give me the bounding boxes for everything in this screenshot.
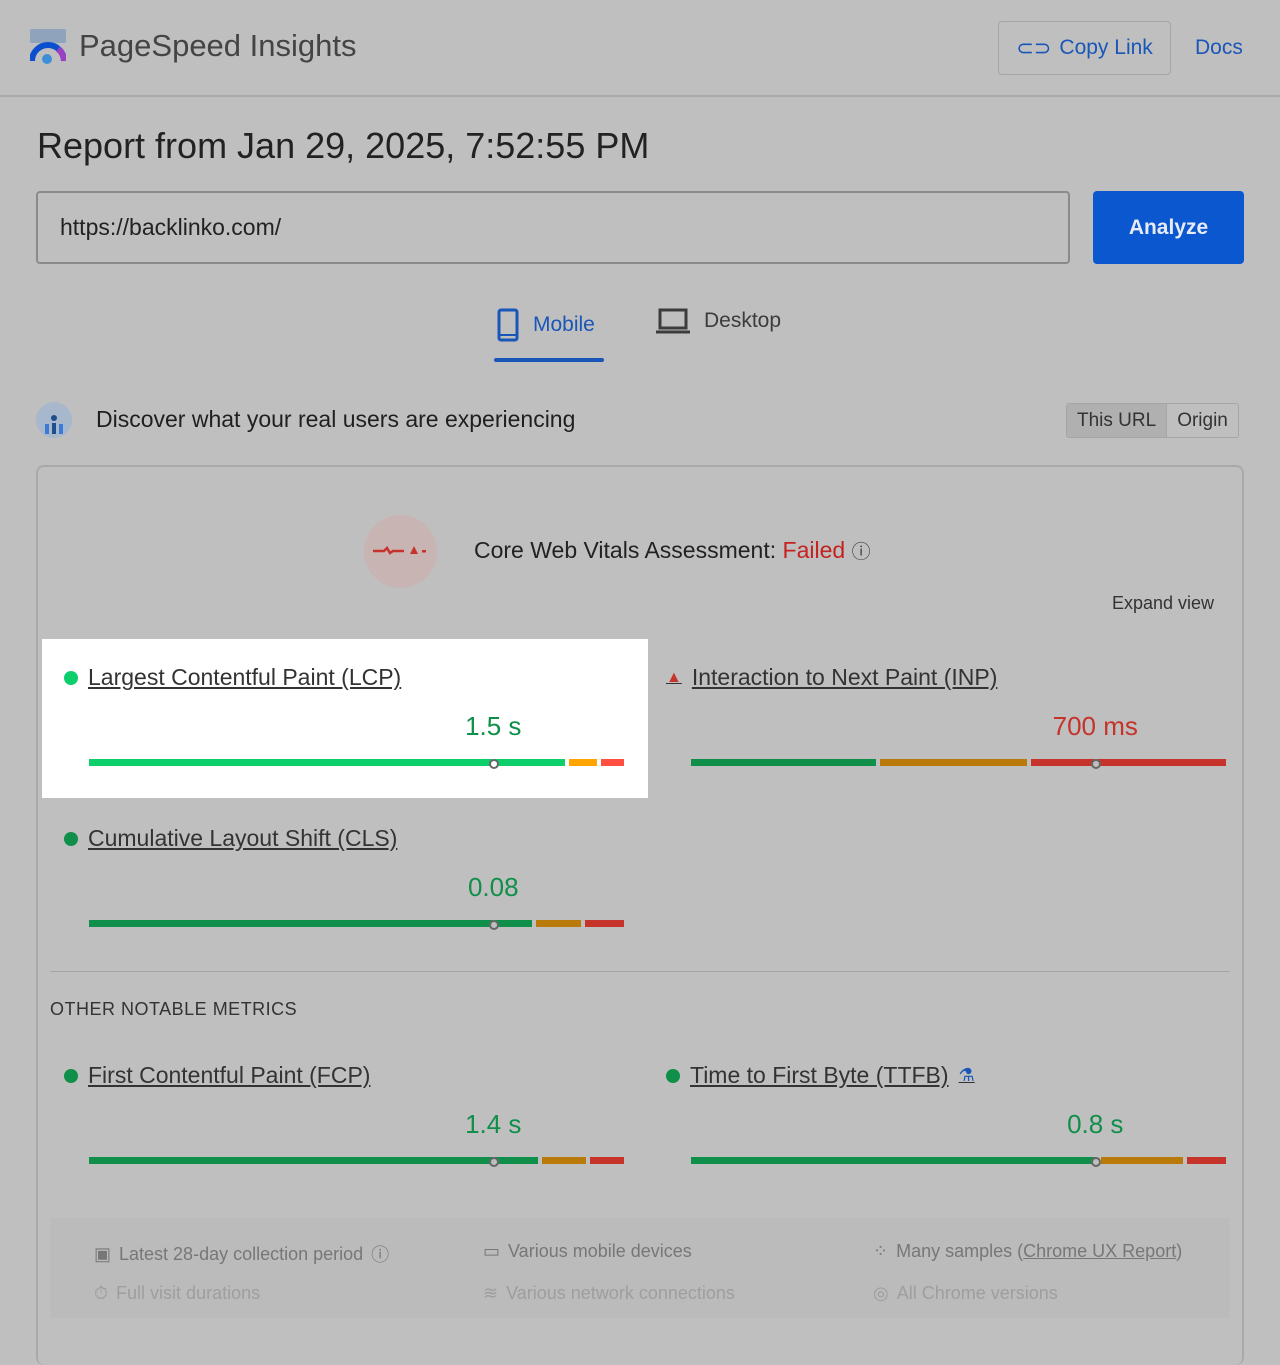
expand-view-button[interactable]: Expand view xyxy=(1112,593,1214,614)
laptop-icon xyxy=(656,308,690,334)
report-title: Report from Jan 29, 2025, 7:52:55 PM xyxy=(37,125,649,167)
durations-text: Full visit durations xyxy=(116,1283,260,1304)
samples-suffix: ) xyxy=(1176,1241,1182,1261)
p75-marker xyxy=(1095,759,1097,766)
other-metrics-heading: OTHER NOTABLE METRICS xyxy=(50,999,297,1020)
distribution-bar xyxy=(691,1157,1230,1164)
assessment-status: Failed xyxy=(783,537,846,563)
help-icon[interactable]: ⓘ xyxy=(852,542,871,563)
app-header: PageSpeed Insights ⊂⊃ Copy Link Docs xyxy=(0,0,1280,97)
phone-icon xyxy=(497,308,519,342)
tab-label: Desktop xyxy=(704,309,781,333)
segment-poor xyxy=(1187,1157,1226,1164)
distribution-bar xyxy=(89,920,628,927)
p75-marker xyxy=(493,1157,495,1164)
tab-desktop[interactable]: Desktop xyxy=(656,308,781,334)
analyze-button[interactable]: Analyze xyxy=(1093,191,1244,264)
segment-good xyxy=(89,1157,538,1164)
metric-value: 0.08 xyxy=(468,872,519,903)
metric-link[interactable]: ▲ Interaction to Next Paint (INP) xyxy=(666,664,997,691)
stopwatch-icon: ⏱ xyxy=(94,1283,108,1304)
devices-icon: ▭ xyxy=(483,1241,500,1262)
app-title: PageSpeed Insights xyxy=(79,28,357,64)
segment-poor xyxy=(1031,759,1226,766)
chrome-ux-report-link[interactable]: Chrome UX Report xyxy=(1023,1241,1176,1261)
p75-marker xyxy=(1095,1157,1097,1164)
active-tab-indicator xyxy=(494,358,604,362)
period-text: Latest 28-day collection period xyxy=(119,1244,363,1265)
segment-poor xyxy=(601,759,624,766)
chrome-info: ◎ All Chrome versions xyxy=(873,1283,1058,1304)
segment-needs-improvement xyxy=(569,759,597,766)
url-input[interactable]: https://backlinko.com/ xyxy=(36,191,1070,264)
pagespeed-logo-icon xyxy=(30,29,66,65)
link-icon: ⊂⊃ xyxy=(1016,36,1051,61)
poor-triangle-icon: ▲ xyxy=(666,669,682,687)
segment-good xyxy=(89,920,532,927)
p75-marker xyxy=(493,759,495,766)
distribution-bar xyxy=(89,1157,628,1164)
this-url-option[interactable]: This URL xyxy=(1067,404,1167,437)
good-dot-icon xyxy=(64,1069,78,1083)
distribution-bar xyxy=(89,759,628,766)
samples-icon: ⁘ xyxy=(873,1241,888,1262)
network-text: Various network connections xyxy=(506,1283,735,1304)
calendar-icon: ▣ xyxy=(94,1244,111,1265)
segment-poor xyxy=(585,920,624,927)
tab-label: Mobile xyxy=(533,313,595,337)
cwv-assessment: Core Web Vitals Assessment: Failed ⓘ xyxy=(474,537,871,564)
metric-label: Interaction to Next Paint (INP) xyxy=(692,664,998,691)
devices-text: Various mobile devices xyxy=(508,1241,692,1262)
origin-option[interactable]: Origin xyxy=(1167,404,1238,437)
p75-marker xyxy=(493,920,495,927)
samples-info: ⁘ Many samples (Chrome UX Report) xyxy=(873,1241,1182,1262)
segment-needs-improvement xyxy=(542,1157,587,1164)
docs-link[interactable]: Docs xyxy=(1195,36,1243,60)
distribution-bar xyxy=(691,759,1230,766)
cwv-failed-icon xyxy=(364,515,437,588)
metric-value: 700 ms xyxy=(1053,711,1138,742)
samples-text: Many samples ( xyxy=(896,1241,1023,1261)
metric-link[interactable]: Cumulative Layout Shift (CLS) xyxy=(64,825,397,852)
metric-link[interactable]: First Contentful Paint (FCP) xyxy=(64,1062,370,1089)
metric-label: Largest Contentful Paint (LCP) xyxy=(88,664,401,691)
segment-poor xyxy=(590,1157,624,1164)
metric-link[interactable]: Time to First Byte (TTFB) ⚗ xyxy=(666,1062,975,1089)
url-origin-toggle[interactable]: This URLOrigin xyxy=(1066,403,1239,438)
segment-needs-improvement xyxy=(1101,1157,1183,1164)
copy-link-label: Copy Link xyxy=(1059,36,1152,60)
metric-value: 1.5 s xyxy=(465,711,521,742)
divider xyxy=(50,971,1230,972)
good-dot-icon xyxy=(666,1069,680,1083)
copy-link-button[interactable]: ⊂⊃ Copy Link xyxy=(998,21,1171,75)
tab-mobile[interactable]: Mobile xyxy=(497,308,595,342)
metric-value: 0.8 s xyxy=(1067,1109,1123,1140)
field-data-heading: Discover what your real users are experi… xyxy=(96,406,575,433)
collection-period: ▣ Latest 28-day collection period ⓘ xyxy=(94,1241,389,1267)
chrome-text: All Chrome versions xyxy=(897,1283,1058,1304)
metric-label: First Contentful Paint (FCP) xyxy=(88,1062,370,1089)
metric-value: 1.4 s xyxy=(465,1109,521,1140)
assessment-label: Core Web Vitals Assessment: xyxy=(474,537,776,563)
segment-good xyxy=(691,759,876,766)
lcp-highlight xyxy=(42,639,648,798)
good-dot-icon xyxy=(64,671,78,685)
chrome-icon: ◎ xyxy=(873,1283,889,1304)
users-icon xyxy=(36,402,72,438)
segment-needs-improvement xyxy=(880,759,1027,766)
devices-info: ▭ Various mobile devices xyxy=(483,1241,692,1262)
help-icon[interactable]: ⓘ xyxy=(371,1241,389,1267)
flask-icon: ⚗ xyxy=(959,1065,975,1086)
network-info: ≋ Various network connections xyxy=(483,1283,735,1304)
durations-info: ⏱ Full visit durations xyxy=(94,1283,260,1304)
network-icon: ≋ xyxy=(483,1283,498,1304)
metric-label: Time to First Byte (TTFB) xyxy=(690,1062,949,1089)
good-dot-icon xyxy=(64,832,78,846)
segment-good xyxy=(691,1157,1097,1164)
segment-needs-improvement xyxy=(536,920,581,927)
metric-link[interactable]: Largest Contentful Paint (LCP) xyxy=(64,664,401,691)
metric-label: Cumulative Layout Shift (CLS) xyxy=(88,825,397,852)
